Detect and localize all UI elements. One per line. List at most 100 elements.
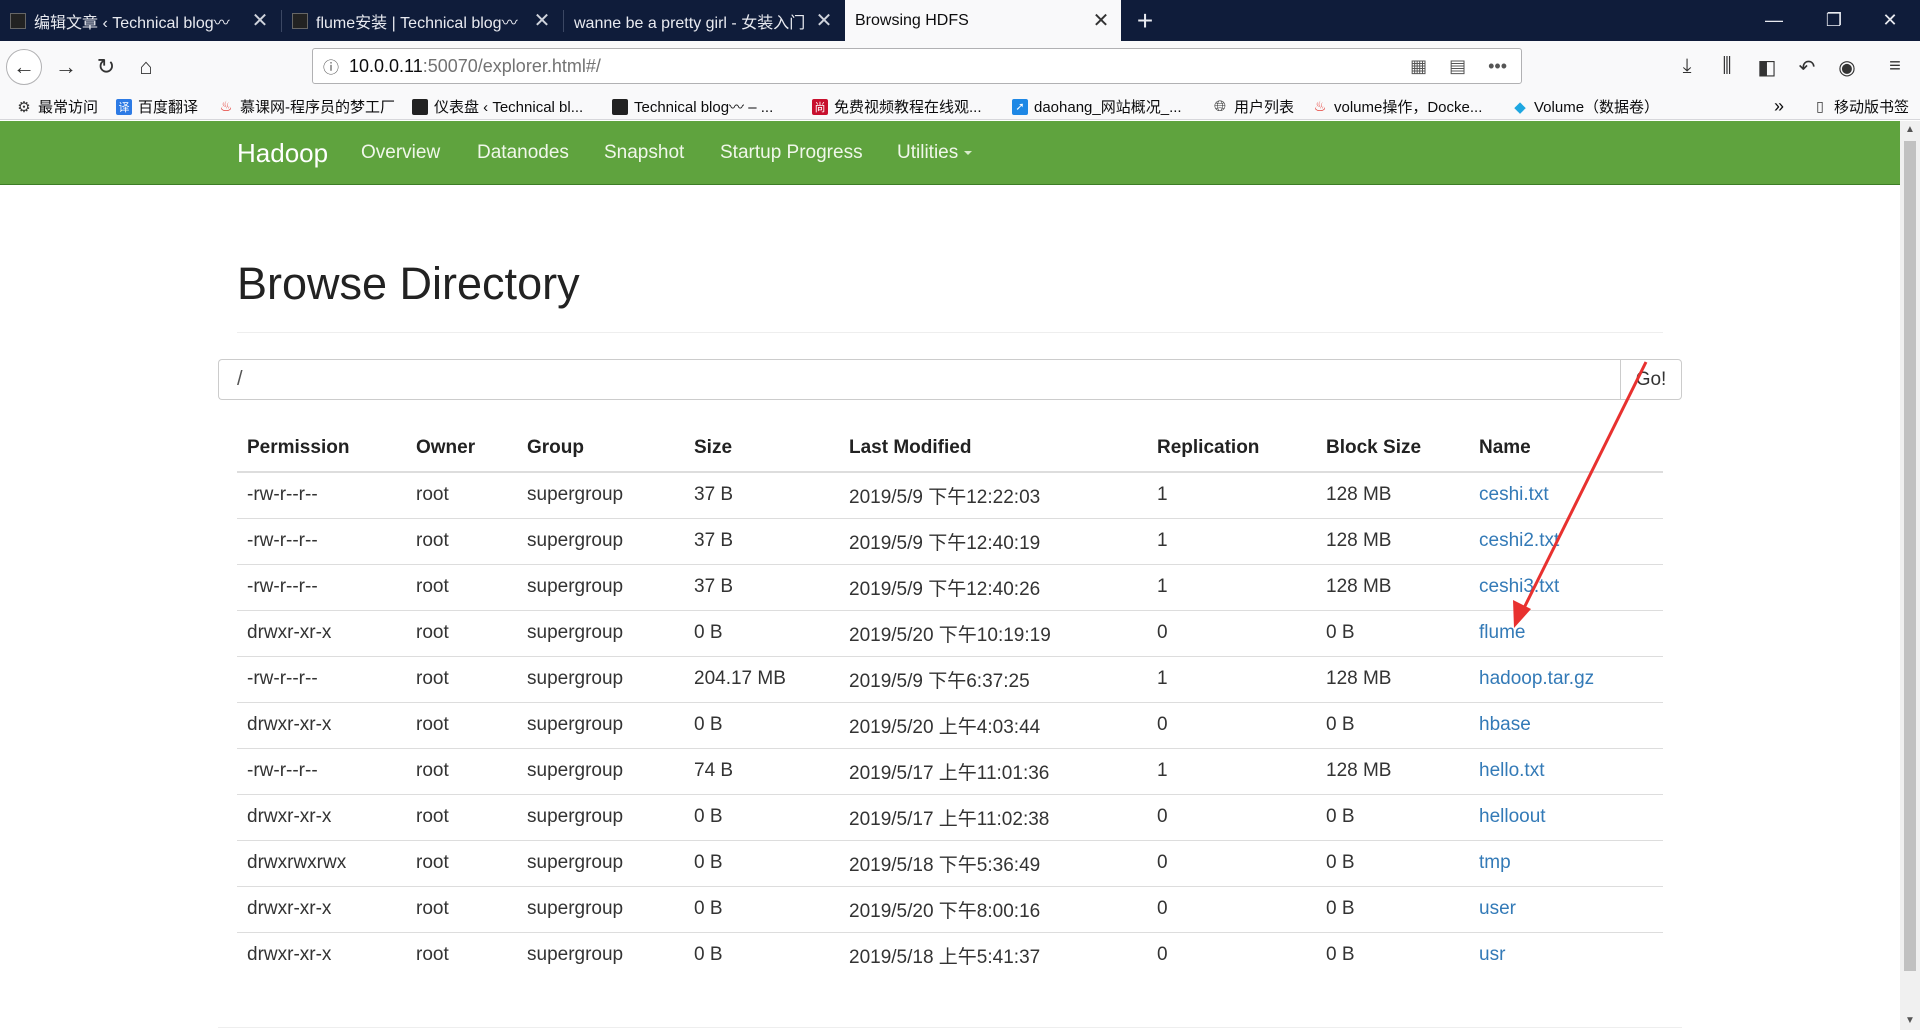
table-header-row: Permission Owner Group Size Last Modified Rep… <box>237 425 1663 473</box>
minimize-button[interactable]: — <box>1744 0 1804 41</box>
bookmarks-toolbar: ⚙ 最常访问 译百度翻译 ♨ 慕课网-程序员的梦工厂 仪表盘 ‹ Technical… <box>0 93 1920 120</box>
nav-snapshot[interactable]: Snapshot <box>604 121 684 185</box>
cell-name: hbase <box>1469 701 1663 748</box>
cell-permission: drwxr-xr-x <box>237 609 406 656</box>
file-name-link[interactable]: ceshi2.txt <box>1479 530 1559 551</box>
bookmarks-overflow-button[interactable]: » <box>1774 93 1784 120</box>
table-row: -rw-r--r-- root supergroup 74 B 2019/5/17 上午… <box>237 747 1663 794</box>
site-info-icon[interactable]: ⓘ <box>313 54 349 78</box>
menu-icon[interactable]: ≡ <box>1882 55 1908 78</box>
column-header-name: Name <box>1469 425 1663 473</box>
gear-icon: ⚙ <box>17 98 31 116</box>
bookmark-user-list[interactable]: 🌐︎ 用户列表 <box>1212 93 1294 120</box>
bookmark-baidu-translate[interactable]: 译百度翻译 <box>116 93 198 120</box>
file-name-link[interactable]: usr <box>1479 944 1505 965</box>
bookmark-free-video[interactable]: 尚免费视频教程在线观... <box>812 93 982 120</box>
bookmark-volume-docker[interactable]: ♨ volume操作，Docke... <box>1312 93 1483 120</box>
restore-button[interactable]: ❐ <box>1804 0 1864 41</box>
file-name-link[interactable]: flume <box>1479 622 1525 643</box>
cell-group: supergroup <box>517 701 684 748</box>
cell-size: 37 B <box>684 563 839 610</box>
cell-block-size: 128 MB <box>1316 517 1469 564</box>
cell-size: 37 B <box>684 517 839 564</box>
table-body: -rw-r--r-- root supergroup 37 B 2019/5/9 下午1… <box>237 472 1663 978</box>
cell-size: 0 B <box>684 609 839 656</box>
directory-path-input[interactable] <box>218 359 1620 400</box>
go-button[interactable]: Go! <box>1620 359 1682 400</box>
tab-close-icon[interactable]: ✕ <box>532 8 552 33</box>
nav-startup-progress[interactable]: Startup Progress <box>720 121 863 185</box>
cell-name: ceshi.txt <box>1469 472 1663 518</box>
bookmark-daohang[interactable]: ➚ daohang_网站概况_... <box>1012 93 1182 120</box>
mobile-bookmarks[interactable]: ▯ 移动版书签 <box>1812 93 1909 120</box>
cell-size: 204.17 MB <box>684 655 839 702</box>
cell-group: supergroup <box>517 793 684 840</box>
cell-last-modified: 2019/5/18 上午5:41:37 <box>839 931 1147 978</box>
nav-utilities[interactable]: Utilities <box>897 121 973 185</box>
file-name-link[interactable]: helloout <box>1479 806 1546 827</box>
cell-size: 0 B <box>684 793 839 840</box>
site-icon <box>612 98 628 115</box>
file-name-link[interactable]: hello.txt <box>1479 760 1544 781</box>
tab-label: flume安装 | Technical blog〰 <box>316 14 518 32</box>
page-scrollbar[interactable]: ▲ ▼ <box>1900 121 1920 1030</box>
back-button[interactable]: ← <box>6 49 42 85</box>
close-window-button[interactable]: ✕ <box>1860 0 1920 41</box>
tab-edit-article[interactable]: 编辑文章 ‹ Technical blog〰 ✕ <box>0 0 280 41</box>
bookmark-imooc[interactable]: ♨ 慕课网-程序员的梦工厂 <box>218 93 395 120</box>
tab-flume-install[interactable]: flume安装 | Technical blog〰 ✕ <box>282 0 562 41</box>
undo-icon[interactable]: ↶ <box>1794 55 1820 80</box>
cell-name: tmp <box>1469 839 1663 886</box>
new-tab-button[interactable]: + <box>1130 0 1160 41</box>
scrollbar-thumb[interactable] <box>1904 141 1916 971</box>
scroll-down-arrow-icon[interactable]: ▼ <box>1900 1012 1920 1030</box>
cell-owner: root <box>406 517 517 564</box>
tab-close-icon[interactable]: ✕ <box>814 8 834 33</box>
cell-last-modified: 2019/5/9 下午12:22:03 <box>849 486 1041 508</box>
account-icon[interactable]: ◉ <box>1834 55 1860 80</box>
tab-pretty-girl[interactable]: wanne be a pretty girl - 女装入门 ✕ <box>564 0 844 41</box>
address-bar[interactable]: ⓘ 10.0.0.11:50070/explorer.html#/ ▦ ▤ ••… <box>312 48 1522 84</box>
reader-view-icon[interactable]: ▤ <box>1449 56 1466 77</box>
tab-browsing-hdfs[interactable]: Browsing HDFS ✕ <box>845 0 1121 41</box>
cell-permission: drwxr-xr-x <box>237 931 406 978</box>
cell-name: user <box>1469 885 1663 932</box>
hadoop-brand[interactable]: Hadoop <box>237 121 328 185</box>
file-name-link[interactable]: ceshi.txt <box>1479 484 1549 505</box>
bookmark-technical-blog[interactable]: Technical blog〰 – ... <box>612 93 773 120</box>
nav-overview[interactable]: Overview <box>361 121 440 185</box>
bookmark-most-visited[interactable]: ⚙ 最常访问 <box>16 93 98 120</box>
file-name-link[interactable]: hbase <box>1479 714 1531 735</box>
bookmark-label: Volume（数据卷） <box>1534 99 1660 116</box>
reload-button[interactable]: ↻ <box>88 49 124 85</box>
cell-permission: -rw-r--r-- <box>247 484 318 506</box>
hadoop-navbar: Hadoop Overview Datanodes Snapshot Start… <box>0 121 1900 185</box>
file-name-link[interactable]: tmp <box>1479 852 1511 873</box>
cell-owner: root <box>406 701 517 748</box>
site-favicon-icon <box>292 12 308 29</box>
page-actions-icon[interactable]: ••• <box>1488 56 1507 77</box>
cell-block-size: 0 B <box>1316 839 1469 886</box>
column-header-block-size: Block Size <box>1316 425 1469 473</box>
cell-last-modified: 2019/5/18 下午5:36:49 <box>839 839 1147 886</box>
nav-datanodes[interactable]: Datanodes <box>477 121 569 185</box>
bookmark-dashboard[interactable]: 仪表盘 ‹ Technical bl... <box>412 93 583 120</box>
file-name-link[interactable]: hadoop.tar.gz <box>1479 668 1594 689</box>
home-button[interactable]: ⌂ <box>128 49 164 85</box>
tab-close-icon[interactable]: ✕ <box>250 8 270 33</box>
cell-size: 0 B <box>684 931 839 978</box>
cell-owner: root <box>406 931 517 978</box>
file-name-link[interactable]: ceshi3.txt <box>1479 576 1559 597</box>
sidebar-icon[interactable]: ◧ <box>1754 55 1780 80</box>
cell-owner: root <box>406 885 517 932</box>
bookmark-label: daohang_网站概况_... <box>1034 99 1182 116</box>
library-icon[interactable]: ⫼ <box>1714 55 1740 78</box>
file-name-link[interactable]: user <box>1479 898 1516 919</box>
download-icon[interactable]: ⤓ <box>1674 55 1700 78</box>
tab-close-icon[interactable]: ✕ <box>1091 8 1111 33</box>
forward-button[interactable]: → <box>48 49 84 85</box>
bookmark-volume[interactable]: ◆ Volume（数据卷） <box>1512 93 1659 120</box>
scroll-up-arrow-icon[interactable]: ▲ <box>1900 121 1920 139</box>
arrow-left-icon: ← <box>13 54 35 79</box>
qr-code-icon[interactable]: ▦ <box>1410 56 1427 77</box>
